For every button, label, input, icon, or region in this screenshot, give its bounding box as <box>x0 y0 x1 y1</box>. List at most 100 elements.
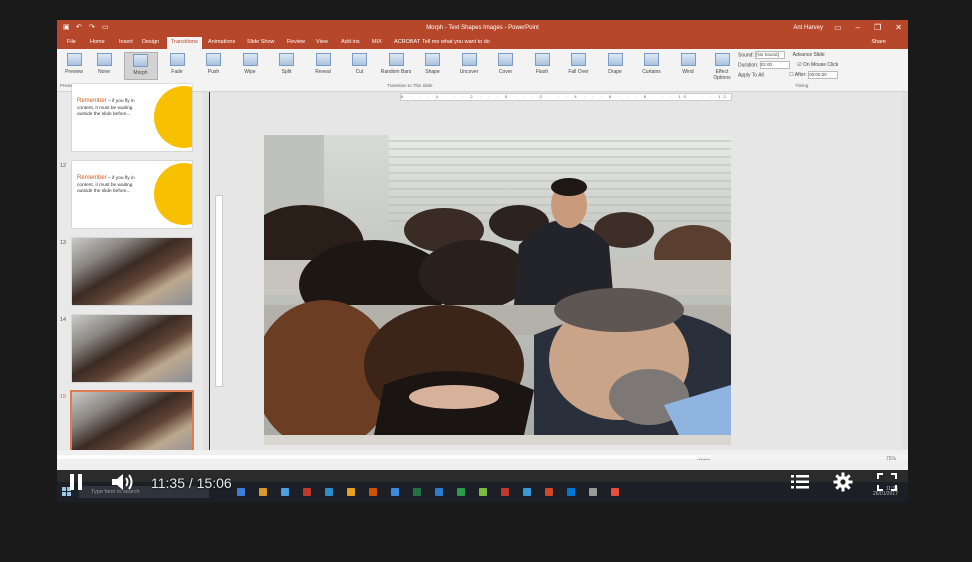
transition-label: Reveal <box>315 69 331 75</box>
close-icon[interactable]: ✕ <box>895 23 902 32</box>
thumbnail-text: Remember – if you fly in content, it mus… <box>77 98 147 119</box>
effect-options-label: Effect Options <box>713 69 731 81</box>
transition-uncover-button[interactable]: Uncover <box>452 52 486 80</box>
slide-thumbnail[interactable]: Remember – if you fly in content, it mus… <box>72 161 192 228</box>
transition-group-label: Transition to This Slide <box>387 83 433 88</box>
tab-acrobat[interactable]: ACROBAT <box>394 39 420 45</box>
tell-me-search[interactable]: Tell me what you want to do <box>422 39 490 45</box>
after-checkbox[interactable]: ☐ After: <box>789 72 807 78</box>
chapters-list-icon[interactable] <box>791 475 809 489</box>
transition-label: Uncover <box>459 69 479 75</box>
minimize-icon[interactable]: – <box>856 23 860 32</box>
transition-fade-icon <box>169 53 185 66</box>
after-label: After: <box>794 72 807 79</box>
transition-none-icon <box>96 53 112 66</box>
transition-cover-button[interactable]: Cover <box>489 52 523 80</box>
transition-label: Shape <box>425 69 440 75</box>
fullscreen-icon[interactable] <box>877 473 897 491</box>
slide-thumbnail[interactable] <box>70 390 194 461</box>
slide-thumbnail-pane: Remember – if you fly in content, it mus… <box>57 84 203 467</box>
duration-label: Duration: <box>738 62 759 69</box>
tab-view[interactable]: View <box>316 39 328 45</box>
duration-field[interactable]: 02.00 <box>759 61 790 69</box>
transition-morph-button[interactable]: Morph <box>123 52 158 80</box>
transition-label: Cover <box>498 69 513 75</box>
transition-drape-button[interactable]: Drape <box>598 52 632 80</box>
powerpoint-window: ▣ ↶ ↷ ▭ Morph - Text Shapes Images - Pow… <box>57 20 908 502</box>
transition-random-bars-button[interactable]: Random Bars <box>379 52 413 80</box>
transition-curtains-button[interactable]: Curtains <box>635 52 669 80</box>
thumbnail-highlight: Remember <box>77 175 107 181</box>
yellow-semicircle-shape <box>154 163 192 225</box>
pause-icon[interactable] <box>69 474 83 490</box>
transition-label: Push <box>207 69 220 75</box>
timing-group: Sound: [No Sound] Advance Slide Duration… <box>738 51 868 79</box>
transition-label: Wipe <box>244 69 256 75</box>
video-progress-bar[interactable] <box>57 455 908 459</box>
transition-reveal-button[interactable]: Reveal <box>306 52 340 80</box>
on-mouse-click-checkbox[interactable]: ☑ On Mouse Click <box>797 62 838 68</box>
transition-wind-button[interactable]: Wind <box>671 52 705 80</box>
transition-flash-button[interactable]: Flash <box>525 52 559 80</box>
after-field[interactable]: 00:00.00 <box>808 71 839 79</box>
transition-wind-icon <box>680 53 696 66</box>
transition-cut-icon <box>352 53 367 66</box>
transition-split-button[interactable]: Split <box>270 52 304 80</box>
tab-mix[interactable]: MIX <box>372 39 382 45</box>
slide-thumbnail[interactable] <box>72 238 192 305</box>
tab-home[interactable]: Home <box>90 39 105 45</box>
tab-insert[interactable]: Insert <box>119 39 133 45</box>
settings-gear-icon[interactable] <box>833 472 853 492</box>
tab-slide-show[interactable]: Slide Show <box>247 39 275 45</box>
transition-label: Wind <box>682 69 694 75</box>
transition-split-icon <box>279 53 294 66</box>
transition-fall-over-button[interactable]: Fall Over <box>562 52 596 80</box>
tab-design[interactable]: Design <box>142 39 159 45</box>
transition-curtains-icon <box>644 53 659 66</box>
window-title: Morph - Text Shapes Images - PowerPoint <box>426 25 539 31</box>
window-controls: ▭ – ❐ ✕ <box>834 23 902 32</box>
transition-label: Flash <box>535 69 549 75</box>
share-button[interactable]: Share <box>871 39 886 45</box>
video-timecode: 11:35 / 15:06 <box>151 475 232 491</box>
transition-cut-button[interactable]: Cut <box>343 52 377 80</box>
transition-shape-button[interactable]: Shape <box>416 52 450 80</box>
sound-dropdown[interactable]: [No Sound] <box>755 51 786 59</box>
transition-push-button[interactable]: Push <box>197 52 231 80</box>
slide-number: 15 <box>60 394 67 400</box>
transition-label: Curtains <box>642 69 661 75</box>
tab-review[interactable]: Review <box>287 39 305 45</box>
transition-wipe-icon <box>242 53 258 66</box>
tab-transitions[interactable]: Transitions <box>167 37 202 49</box>
transition-label: Fall Over <box>568 69 589 75</box>
transition-none-button[interactable]: None <box>87 52 121 80</box>
transition-fade-button[interactable]: Fade <box>160 52 194 80</box>
maximize-icon[interactable]: ❐ <box>874 23 881 32</box>
effect-options-icon <box>714 53 730 66</box>
tab-add-ins[interactable]: Add-ins <box>341 39 360 45</box>
preview-button[interactable]: Preview <box>59 52 89 80</box>
transition-push-icon <box>206 53 221 66</box>
thumbnail-highlight: Remember <box>77 98 107 104</box>
apply-all-button[interactable]: Apply To All <box>738 72 764 78</box>
transition-label: Fade <box>171 69 183 75</box>
volume-icon[interactable] <box>111 472 135 492</box>
transition-label: Cut <box>355 69 364 75</box>
transition-wipe-button[interactable]: Wipe <box>233 52 267 80</box>
effect-options-button[interactable]: Effect Options <box>708 52 736 81</box>
slide-photo-sleeping-audience[interactable] <box>264 135 731 445</box>
sound-label: Sound: <box>738 52 754 59</box>
tab-file[interactable]: File <box>67 39 76 45</box>
canvas-scrollbar[interactable] <box>902 92 908 467</box>
thumbnail-scrollbar[interactable] <box>203 92 209 467</box>
transition-reveal-icon <box>315 53 331 66</box>
ribbon-display-icon[interactable]: ▭ <box>834 23 842 32</box>
vertical-ruler <box>215 195 223 387</box>
slide-thumbnail[interactable] <box>72 315 192 382</box>
slide-thumbnail[interactable]: Remember – if you fly in content, it mus… <box>72 84 192 151</box>
horizontal-ruler: 6 · · · 4 · · · 2 · · · 0 · · · 2 · · · … <box>400 93 732 101</box>
photo-illustration <box>264 135 731 445</box>
user-name[interactable]: Ant Harvey <box>793 25 823 31</box>
transition-uncover-icon <box>461 53 477 66</box>
tab-animations[interactable]: Animations <box>208 39 235 45</box>
